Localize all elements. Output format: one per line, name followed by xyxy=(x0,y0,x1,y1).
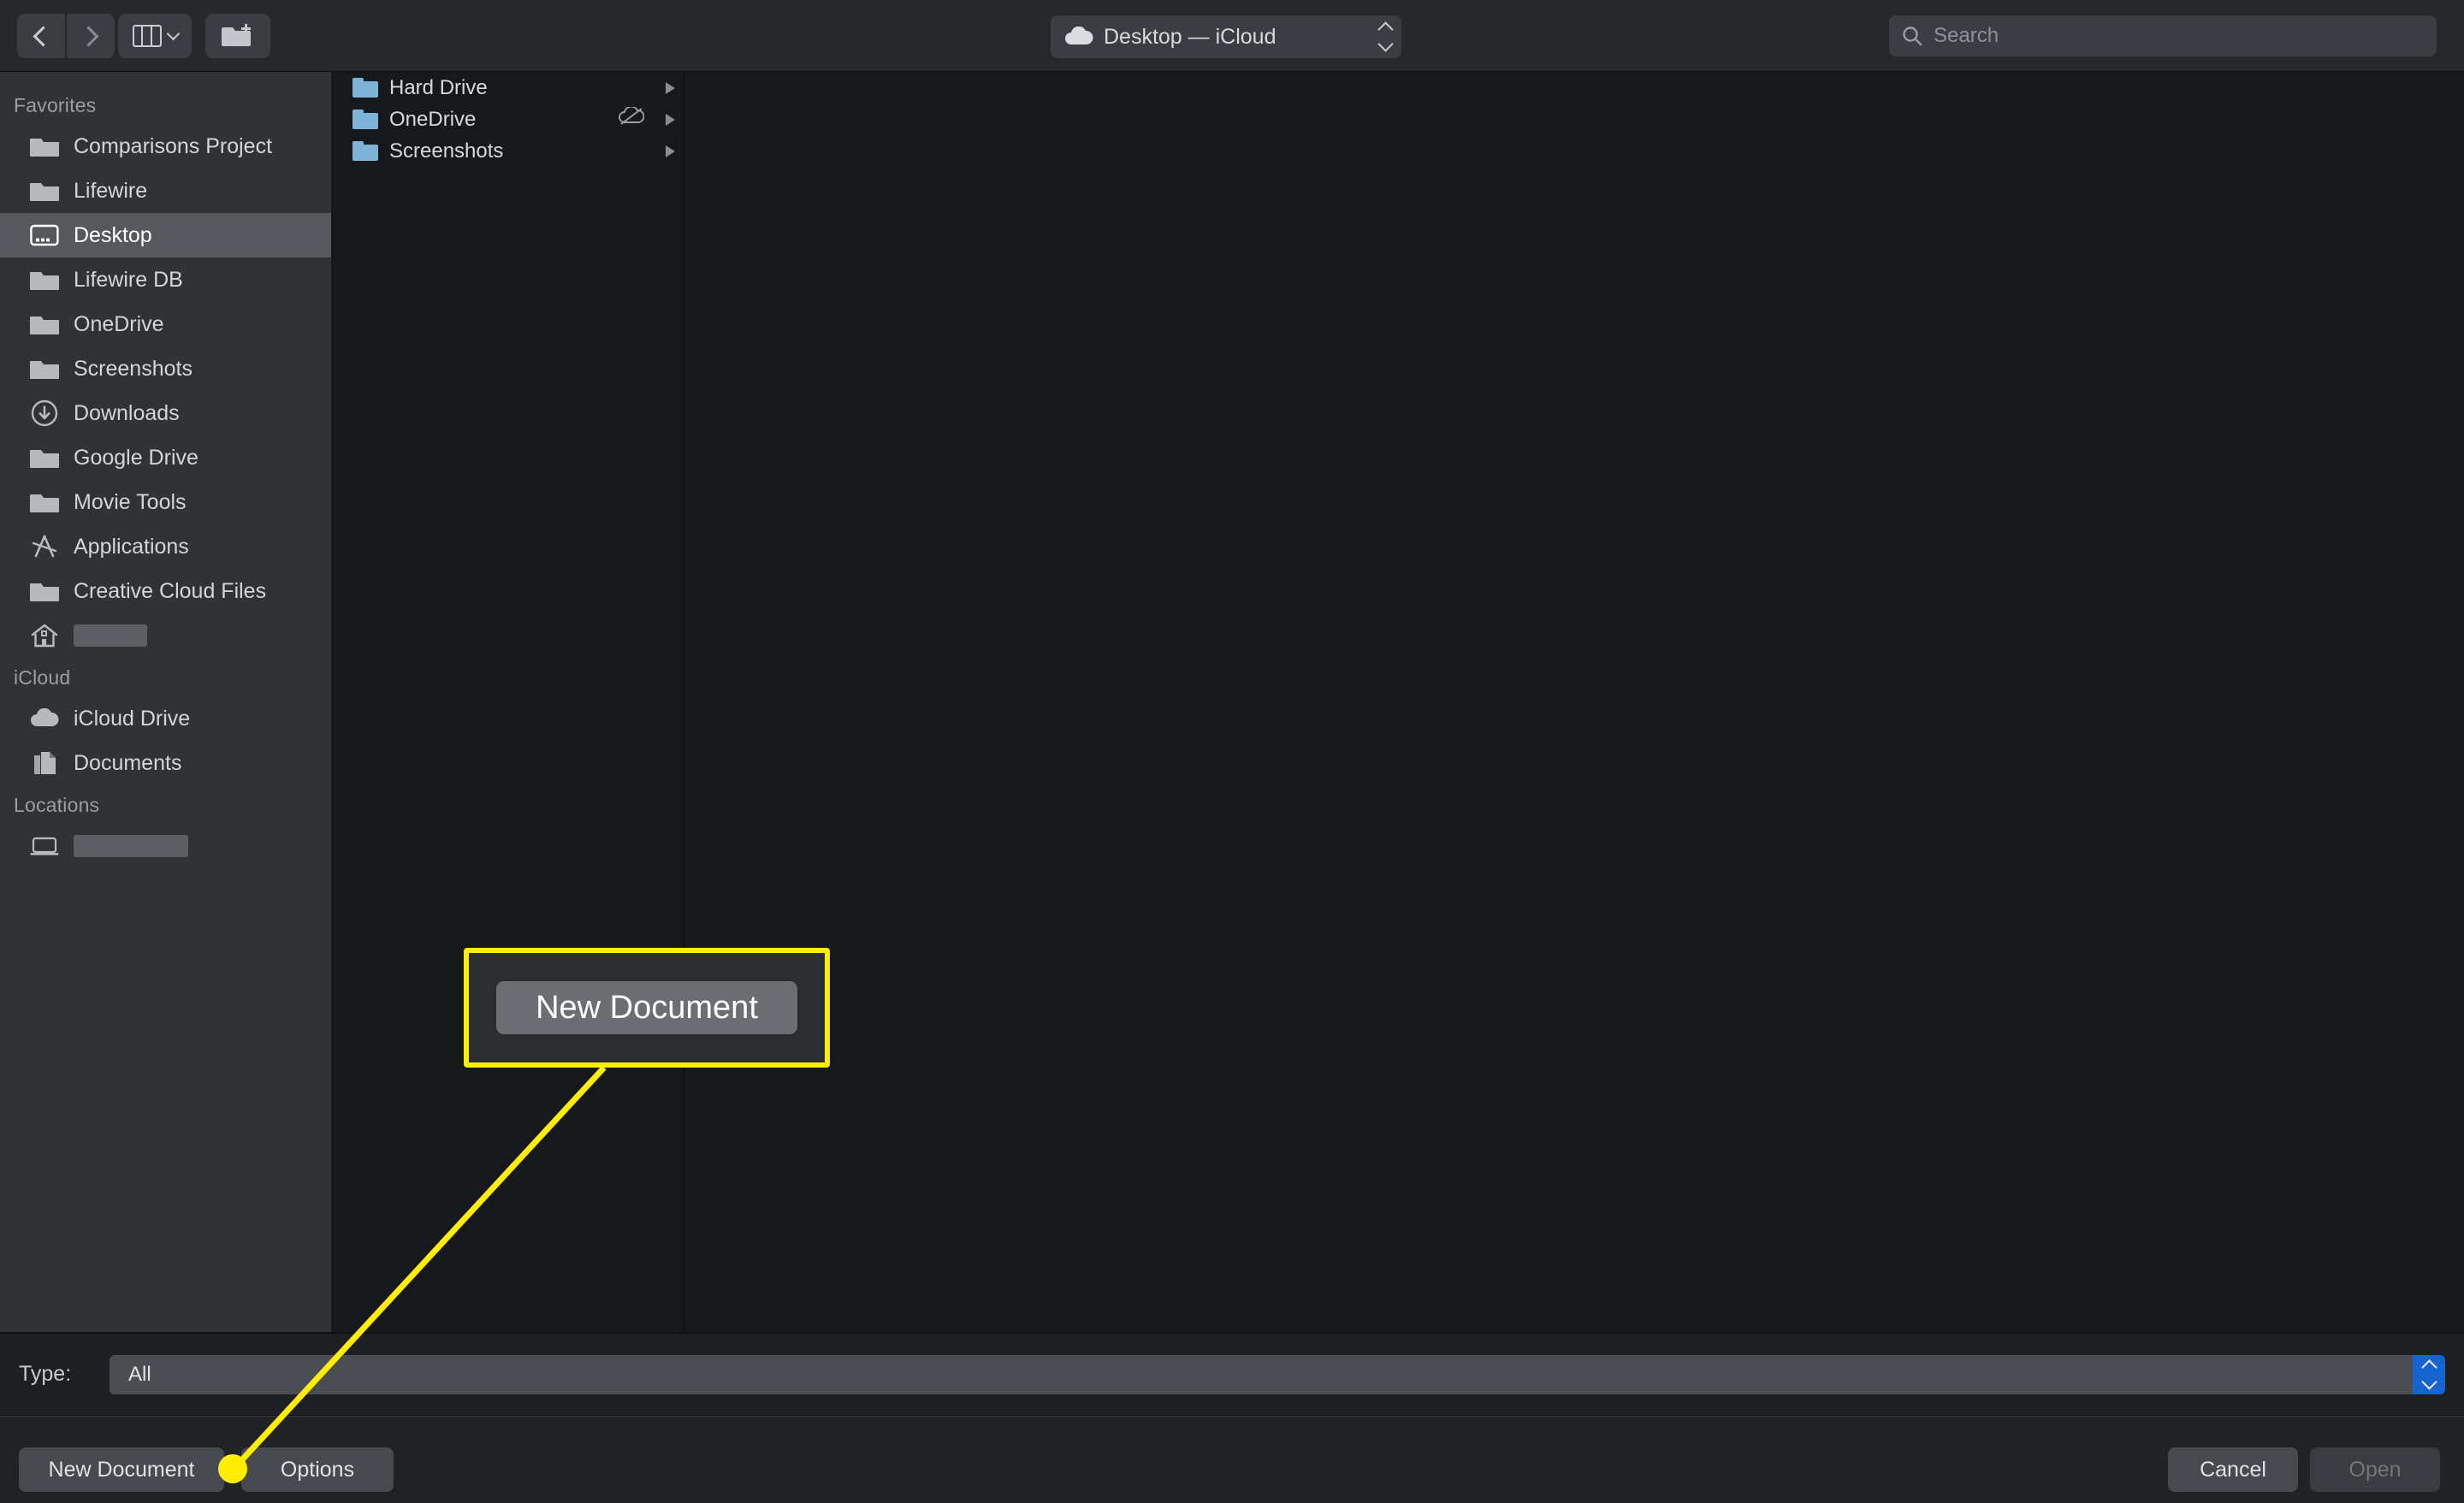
home-icon xyxy=(29,623,60,648)
sidebar-item-label: Desktop xyxy=(74,223,152,248)
chevron-down-icon xyxy=(166,27,180,41)
sidebar-item-label: Google Drive xyxy=(74,446,198,470)
sidebar-item-movie-tools[interactable]: Movie Tools xyxy=(0,480,331,524)
sidebar-item-onedrive[interactable]: OneDrive xyxy=(0,302,331,346)
sidebar-item-label: OneDrive xyxy=(74,312,164,337)
sidebar-item-label: Creative Cloud Files xyxy=(74,579,266,604)
disclosure-triangle-icon[interactable] xyxy=(666,114,675,126)
type-label: Type: xyxy=(19,1362,110,1387)
cloud-icon xyxy=(29,706,60,731)
type-dropdown[interactable]: All xyxy=(110,1355,2445,1394)
annotation-callout-button: New Document xyxy=(496,981,797,1034)
sidebar-item-creative-cloud-files[interactable]: Creative Cloud Files xyxy=(0,569,331,613)
folder-icon xyxy=(29,356,60,382)
type-value: All xyxy=(128,1363,151,1387)
sidebar-item-applications[interactable]: Applications xyxy=(0,524,331,569)
file-row[interactable]: Hard Drive xyxy=(333,72,684,104)
sidebar-item-label xyxy=(74,835,188,857)
annotation-callout: New Document xyxy=(464,948,830,1068)
open-button[interactable]: Open xyxy=(2310,1447,2440,1492)
documents-icon xyxy=(29,750,60,776)
file-row[interactable]: OneDrive xyxy=(333,104,684,135)
sidebar-item-label: Lifewire DB xyxy=(74,268,183,293)
file-browser: Hard Drive OneDrive Screenshots xyxy=(333,72,2464,1332)
open-file-dialog: Desktop — iCloud Search Favorites Compari… xyxy=(0,0,2464,1503)
sidebar-item-label: Downloads xyxy=(74,401,180,426)
search-field[interactable]: Search xyxy=(1889,15,2437,56)
sidebar-item-downloads[interactable]: Downloads xyxy=(0,391,331,435)
folder-icon xyxy=(352,78,378,98)
sidebar-item-lifewire-db[interactable]: Lifewire DB xyxy=(0,257,331,302)
folder-icon xyxy=(29,489,60,515)
chevron-right-icon xyxy=(78,26,98,46)
sidebar-item-label: Applications xyxy=(74,535,189,559)
disclosure-triangle-icon[interactable] xyxy=(666,145,675,157)
back-button[interactable] xyxy=(17,14,65,58)
column-view-icon xyxy=(133,25,162,47)
sidebar-item-label: iCloud Drive xyxy=(74,707,190,731)
sidebar-section-header: iCloud xyxy=(0,658,331,696)
file-name: OneDrive xyxy=(389,108,607,132)
sidebar-item-documents[interactable]: Documents xyxy=(0,741,331,785)
cloud-icon xyxy=(1064,27,1093,47)
applications-icon xyxy=(29,534,60,559)
sidebar-section-header: Locations xyxy=(0,785,331,824)
location-label: Desktop — iCloud xyxy=(1104,25,1370,50)
browser-column-one[interactable]: Hard Drive OneDrive Screenshots xyxy=(333,72,684,1332)
sidebar-section-header: Favorites xyxy=(0,86,331,124)
sidebar-item-redacted[interactable] xyxy=(0,613,331,658)
toolbar: Desktop — iCloud Search xyxy=(0,0,2464,72)
new-document-button[interactable]: New Document xyxy=(19,1447,224,1492)
forward-button[interactable] xyxy=(67,14,115,58)
folder-icon xyxy=(352,141,378,161)
sidebar-item-lifewire[interactable]: Lifewire xyxy=(0,169,331,213)
new-folder-group xyxy=(205,14,270,58)
up-down-chevron-icon xyxy=(2413,1355,2445,1394)
sidebar-item-label: Documents xyxy=(74,751,181,776)
disclosure-triangle-icon[interactable] xyxy=(666,82,675,94)
sidebar-item-label: Lifewire xyxy=(74,179,147,204)
new-folder-icon xyxy=(222,22,254,50)
folder-icon xyxy=(29,267,60,293)
sidebar-item-label xyxy=(74,624,147,647)
view-mode-button[interactable] xyxy=(118,14,192,58)
up-down-chevron-icon xyxy=(1380,24,1391,50)
sidebar-item-desktop[interactable]: Desktop xyxy=(0,213,331,257)
view-mode-group xyxy=(118,14,192,58)
desktop-icon xyxy=(29,222,60,248)
folder-icon xyxy=(352,109,378,129)
folder-icon xyxy=(29,311,60,337)
sidebar-item-comparisons-project[interactable]: Comparisons Project xyxy=(0,124,331,169)
folder-icon xyxy=(29,133,60,159)
downloads-icon xyxy=(29,400,60,426)
laptop-icon xyxy=(29,833,60,859)
file-type-filter-row: Type: All xyxy=(0,1333,2464,1415)
new-folder-button[interactable] xyxy=(205,14,270,58)
folder-icon xyxy=(29,178,60,204)
file-name: Hard Drive xyxy=(389,76,654,100)
sidebar-item-icloud-drive[interactable]: iCloud Drive xyxy=(0,696,331,741)
cloud-slash-icon xyxy=(619,107,644,132)
sidebar[interactable]: Favorites Comparisons Project Lifewire Desk… xyxy=(0,72,332,1332)
sidebar-item-google-drive[interactable]: Google Drive xyxy=(0,435,331,480)
sidebar-item-label: Screenshots xyxy=(74,357,192,382)
sidebar-item-label: Movie Tools xyxy=(74,490,187,515)
sidebar-item-label: Comparisons Project xyxy=(74,134,272,159)
navigation-buttons xyxy=(17,14,115,58)
folder-icon xyxy=(29,445,60,470)
file-name: Screenshots xyxy=(389,139,654,163)
location-popup-button[interactable]: Desktop — iCloud xyxy=(1051,15,1401,58)
cancel-button[interactable]: Cancel xyxy=(2168,1447,2298,1492)
folder-icon xyxy=(29,578,60,604)
sidebar-item-redacted[interactable] xyxy=(0,824,331,868)
sidebar-item-screenshots[interactable]: Screenshots xyxy=(0,346,331,391)
search-icon xyxy=(1901,25,1923,47)
options-button[interactable]: Options xyxy=(241,1447,394,1492)
chevron-left-icon xyxy=(33,26,53,46)
browser-column-two[interactable] xyxy=(685,72,2464,1332)
file-row[interactable]: Screenshots xyxy=(333,135,684,167)
search-placeholder: Search xyxy=(1934,24,1999,48)
